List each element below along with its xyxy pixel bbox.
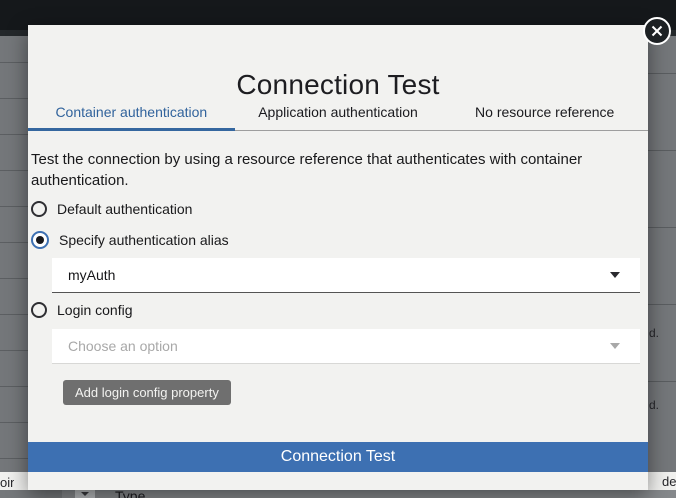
background-bottom-box xyxy=(0,490,62,498)
add-login-config-property-button[interactable]: Add login config property xyxy=(63,380,231,405)
background-bottom-strip: Type xyxy=(0,490,676,498)
close-button[interactable] xyxy=(643,17,671,45)
radio-label: Specify authentication alias xyxy=(59,232,229,248)
background-text-fragment-right-2: d. xyxy=(649,398,659,412)
background-text-fragment-bottom-right: de xyxy=(662,475,676,489)
chevron-down-icon xyxy=(610,272,620,278)
tab-container-authentication[interactable]: Container authentication xyxy=(28,96,235,131)
screen: oint d. d. de Type Connection Test Conta… xyxy=(0,0,676,498)
radio-button-icon[interactable] xyxy=(31,302,47,318)
login-config-placeholder: Choose an option xyxy=(68,338,610,354)
radio-specify-authentication-alias[interactable]: Specify authentication alias xyxy=(31,231,229,249)
chevron-down-icon xyxy=(81,492,89,496)
background-type-label: Type xyxy=(115,490,145,498)
chevron-down-icon xyxy=(610,343,620,349)
dialog-description: Test the connection by using a resource … xyxy=(31,149,587,191)
authentication-alias-value: myAuth xyxy=(68,267,610,283)
connection-test-button[interactable]: Connection Test xyxy=(28,442,648,472)
tab-no-resource-reference[interactable]: No resource reference xyxy=(441,96,648,131)
background-table-rows-left xyxy=(0,36,28,472)
radio-login-config[interactable]: Login config xyxy=(31,302,133,318)
background-partial-dropdown xyxy=(75,490,95,498)
background-text-fragment-left: oint xyxy=(0,476,14,490)
tab-application-authentication[interactable]: Application authentication xyxy=(235,96,442,131)
radio-button-selected-icon[interactable] xyxy=(31,231,49,249)
authentication-alias-select[interactable]: myAuth xyxy=(52,258,640,293)
close-icon xyxy=(650,24,664,38)
login-config-select[interactable]: Choose an option xyxy=(52,329,640,364)
radio-label: Default authentication xyxy=(57,201,192,217)
dialog-tabs: Container authentication Application aut… xyxy=(28,96,648,131)
radio-default-authentication[interactable]: Default authentication xyxy=(31,201,192,217)
connection-test-dialog: Connection Test Container authentication… xyxy=(28,25,648,490)
radio-button-icon[interactable] xyxy=(31,201,47,217)
background-text-fragment-right-1: d. xyxy=(649,326,659,340)
radio-label: Login config xyxy=(57,302,133,318)
